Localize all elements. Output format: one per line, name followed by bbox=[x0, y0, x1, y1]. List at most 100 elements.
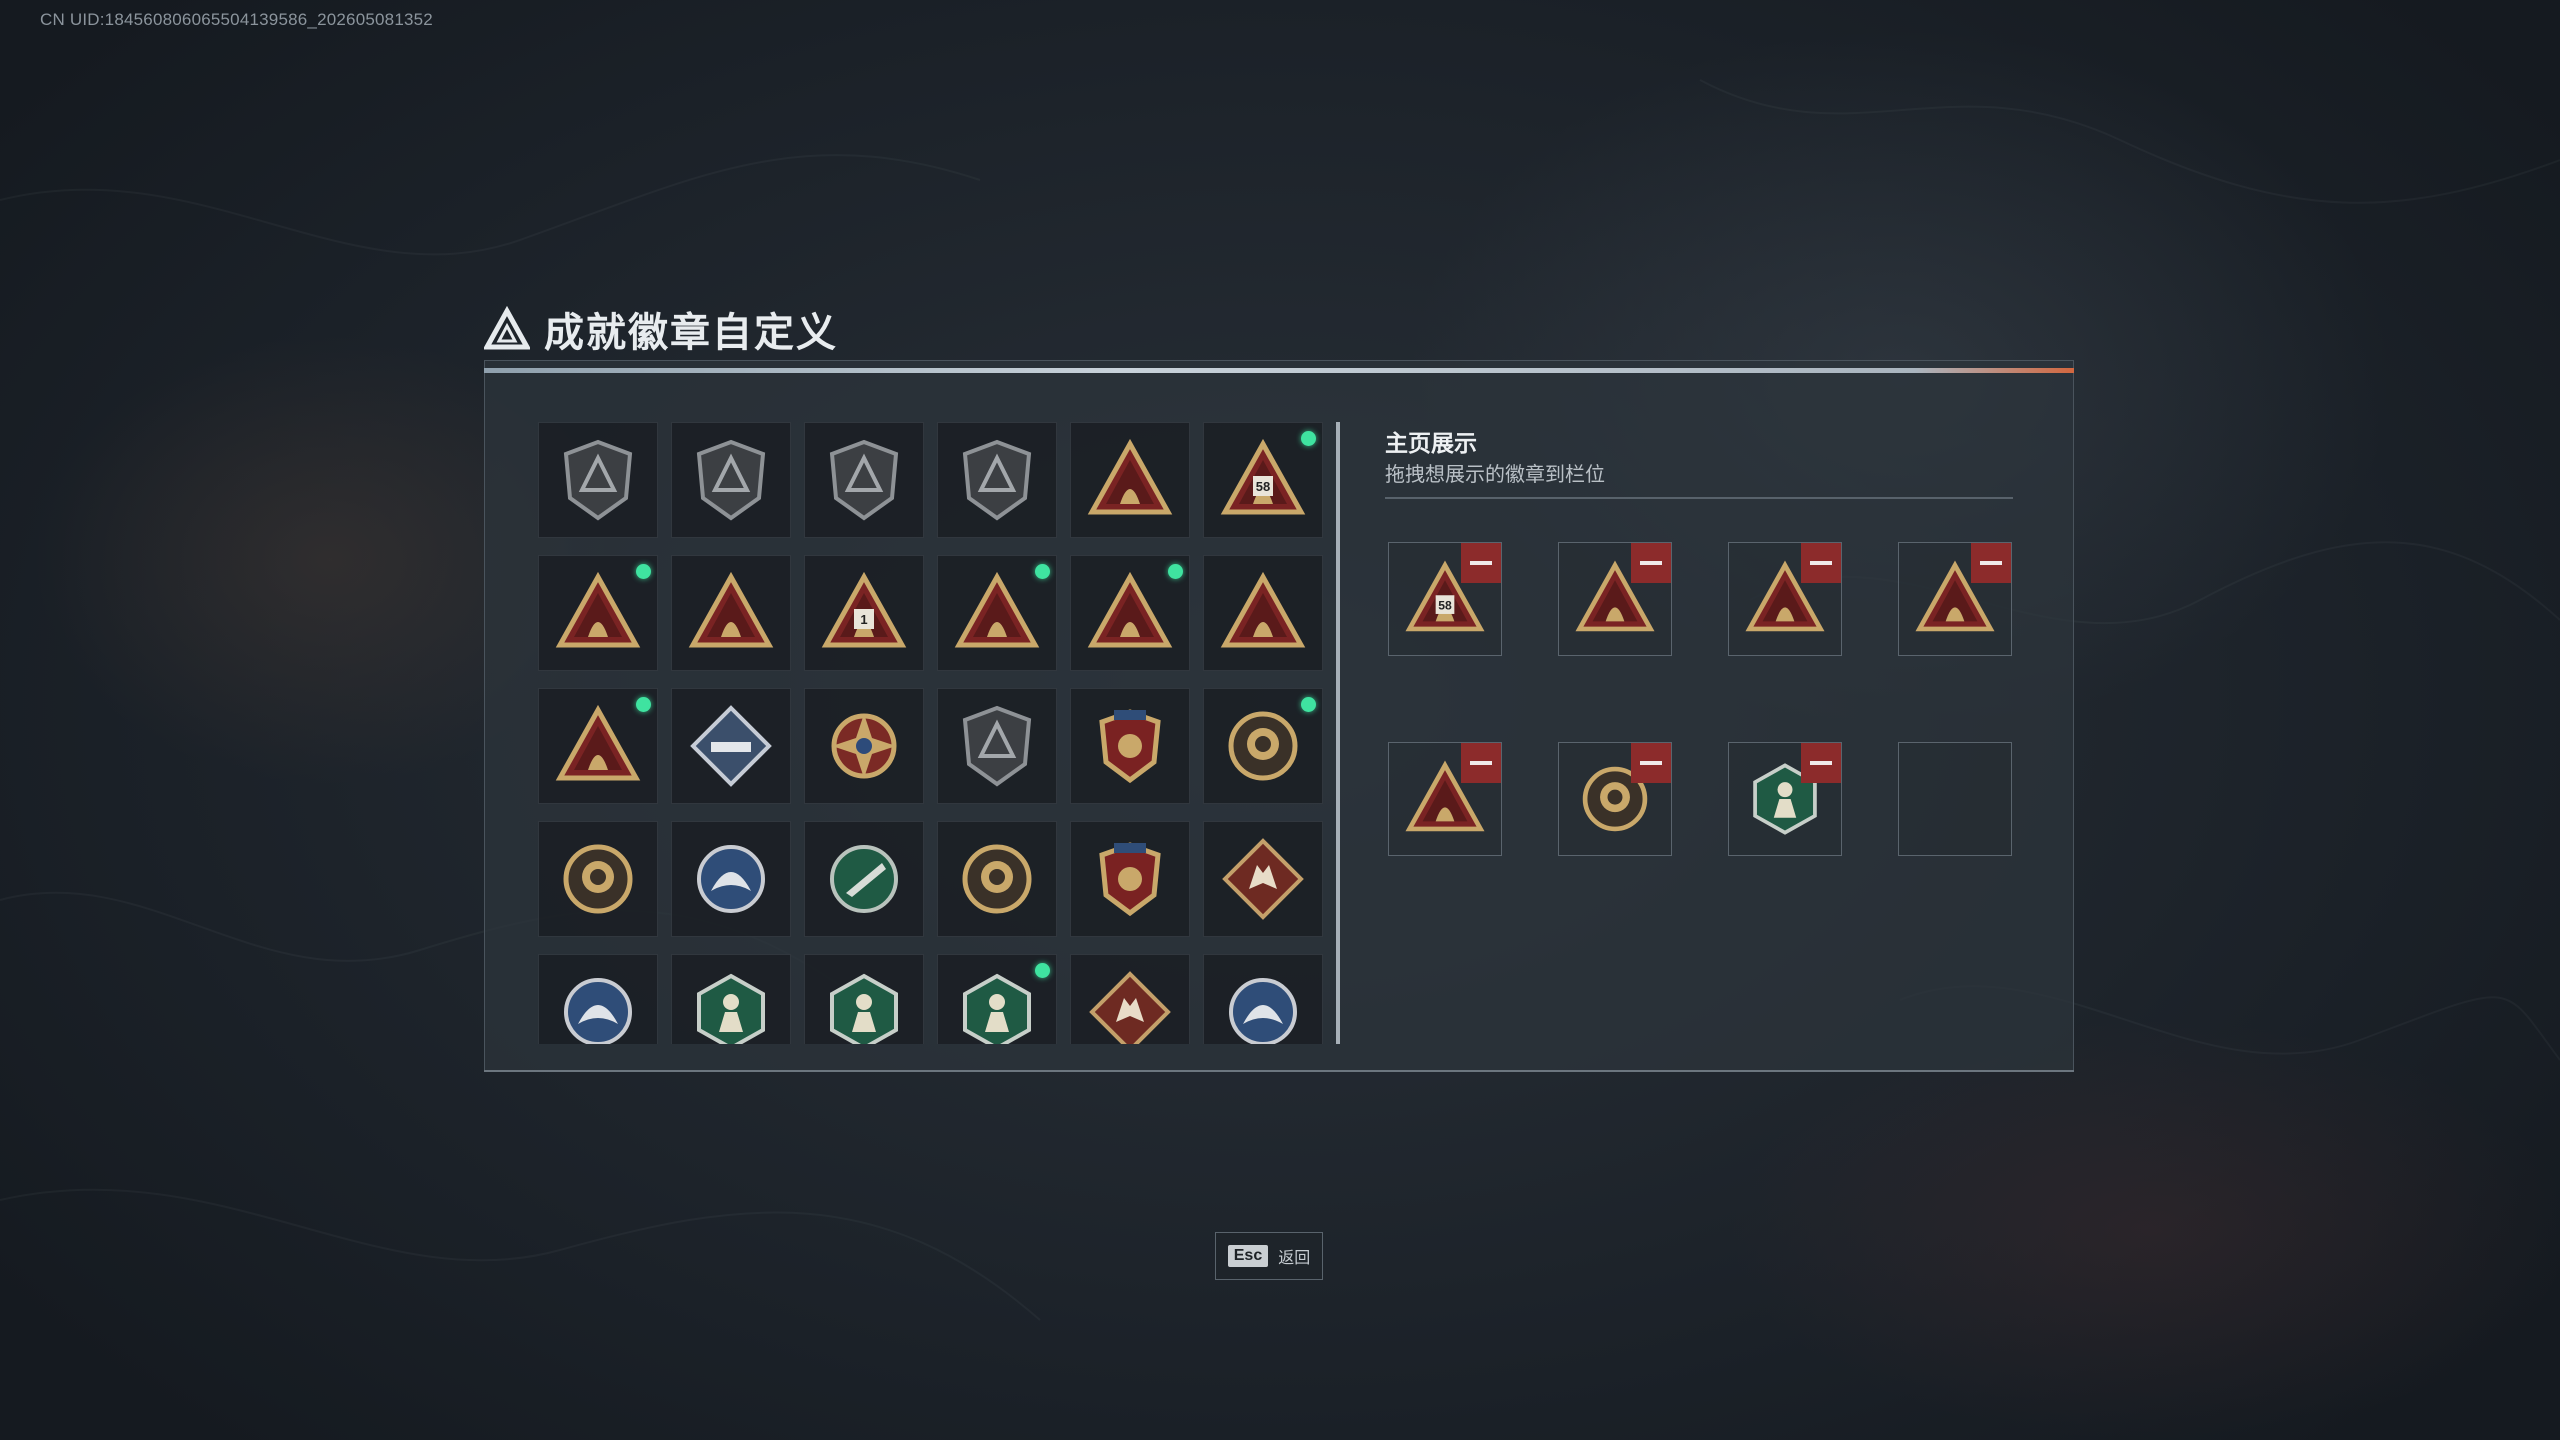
badge-cell[interactable] bbox=[671, 422, 791, 538]
badge-inventory-grid[interactable]: 58 1 bbox=[538, 422, 1326, 1044]
badge-cell[interactable] bbox=[671, 688, 791, 804]
showcase-slot[interactable] bbox=[1728, 542, 1842, 656]
svg-text:1: 1 bbox=[860, 612, 867, 627]
badge-cell[interactable] bbox=[804, 954, 924, 1044]
badge-cell[interactable] bbox=[1203, 821, 1323, 937]
delta-logo-icon bbox=[484, 306, 530, 350]
showcase-slot[interactable] bbox=[1558, 742, 1672, 856]
eagle-crest-badge-icon bbox=[1099, 709, 1161, 784]
badge-cell[interactable] bbox=[1070, 688, 1190, 804]
badge-cell[interactable] bbox=[937, 422, 1057, 538]
page-title: 成就徽章自定义 bbox=[544, 311, 838, 355]
badge-cell[interactable] bbox=[1203, 954, 1323, 1044]
badge-cell[interactable] bbox=[1070, 555, 1190, 671]
gold-shield-crest-badge-icon bbox=[1099, 842, 1161, 917]
remove-badge-button[interactable] bbox=[1801, 543, 1841, 583]
red-dragon-badge-icon bbox=[1089, 971, 1171, 1044]
helmet-round-badge-icon bbox=[1228, 711, 1298, 781]
knife-round-badge-icon bbox=[962, 844, 1032, 914]
new-indicator-dot bbox=[1301, 431, 1316, 446]
inventory-scrollbar[interactable] bbox=[1336, 422, 1340, 1044]
helicopter-badge-icon bbox=[696, 439, 766, 521]
badge-cell[interactable] bbox=[1070, 954, 1190, 1044]
badge-cell[interactable] bbox=[538, 422, 658, 538]
remove-badge-button[interactable] bbox=[1971, 543, 2011, 583]
showcase-slot[interactable] bbox=[1558, 542, 1672, 656]
rocket-badge-icon bbox=[555, 704, 641, 781]
badge-cell[interactable] bbox=[1203, 688, 1323, 804]
new-indicator-dot bbox=[1301, 697, 1316, 712]
new-indicator-dot bbox=[1035, 564, 1050, 579]
showcase-subtitle: 拖拽想展示的徽章到栏位 bbox=[1385, 464, 1605, 486]
new-indicator-dot bbox=[636, 697, 651, 712]
boat-badge-icon bbox=[688, 571, 774, 648]
back-button[interactable]: Esc 返回 bbox=[1215, 1232, 1323, 1280]
badge-cell[interactable] bbox=[538, 954, 658, 1044]
diamond-emblem-badge-icon bbox=[829, 439, 899, 521]
blue-wolf-badge-icon bbox=[1229, 978, 1297, 1044]
badge-cell[interactable] bbox=[937, 555, 1057, 671]
badge-cell[interactable]: 58 bbox=[1203, 422, 1323, 538]
showcase-slot[interactable] bbox=[1898, 542, 2012, 656]
uid-label: CN UID:184560806065504139586_20260508135… bbox=[40, 10, 433, 29]
wolf-diamond-badge-icon bbox=[1222, 838, 1304, 920]
minus-icon bbox=[1470, 761, 1492, 765]
page-header: 成就徽章自定义 bbox=[484, 300, 838, 358]
badge-cell[interactable] bbox=[538, 688, 658, 804]
sign-58-badge-icon: 58 bbox=[1220, 438, 1306, 515]
showcase-slot[interactable]: 58 bbox=[1388, 542, 1502, 656]
svg-text:58: 58 bbox=[1438, 598, 1452, 612]
remove-badge-button[interactable] bbox=[1631, 743, 1671, 783]
badge-cell[interactable] bbox=[538, 821, 658, 937]
badge-cell[interactable] bbox=[937, 954, 1057, 1044]
compass-star-badge-icon bbox=[831, 713, 897, 779]
minus-icon bbox=[1640, 761, 1662, 765]
showcase-slot[interactable] bbox=[1728, 742, 1842, 856]
green-soldier-badge-icon bbox=[963, 973, 1031, 1044]
remove-badge-button[interactable] bbox=[1801, 743, 1841, 783]
vault-triangle-badge-icon bbox=[1087, 438, 1173, 515]
badge-cell[interactable] bbox=[1203, 555, 1323, 671]
showcase-title: 主页展示 bbox=[1385, 430, 1477, 456]
runner-badge-icon bbox=[1087, 571, 1173, 648]
showcase-divider bbox=[1385, 497, 2013, 499]
badge-cell[interactable] bbox=[671, 821, 791, 937]
badge-cell[interactable] bbox=[671, 555, 791, 671]
minus-icon bbox=[1810, 761, 1832, 765]
panel-top-accent bbox=[484, 368, 2074, 373]
panel-bottom-line bbox=[484, 1070, 2074, 1072]
badge-cell[interactable]: 1 bbox=[804, 555, 924, 671]
badge-cell[interactable] bbox=[1070, 821, 1190, 937]
showcase-slot[interactable] bbox=[1388, 742, 1502, 856]
badge-cell[interactable] bbox=[538, 555, 658, 671]
new-indicator-dot bbox=[1168, 564, 1183, 579]
shield-delta-badge-icon bbox=[563, 439, 633, 521]
badge-cell[interactable] bbox=[937, 688, 1057, 804]
minus-icon bbox=[1470, 561, 1492, 565]
remove-badge-button[interactable] bbox=[1631, 543, 1671, 583]
blue-eagle-badge-icon bbox=[564, 978, 632, 1044]
minus-icon bbox=[1810, 561, 1832, 565]
badge-cell[interactable] bbox=[804, 821, 924, 937]
badge-cell[interactable] bbox=[671, 954, 791, 1044]
badge-cell[interactable] bbox=[804, 422, 924, 538]
skull-round-badge-icon bbox=[563, 844, 633, 914]
green-rifle-badge-icon bbox=[830, 845, 898, 913]
crosshair-rifle-badge-icon bbox=[697, 845, 765, 913]
esc-key: Esc bbox=[1227, 1245, 1269, 1267]
badge-cell[interactable] bbox=[804, 688, 924, 804]
blue-diamond-gun-badge-icon bbox=[690, 705, 772, 787]
green-plane-badge-icon bbox=[830, 973, 898, 1044]
soldier-badge-icon bbox=[1220, 571, 1306, 648]
new-indicator-dot bbox=[1035, 963, 1050, 978]
svg-text:58: 58 bbox=[1256, 479, 1270, 494]
crate-badge-icon bbox=[954, 571, 1040, 648]
remove-badge-button[interactable] bbox=[1461, 543, 1501, 583]
badge-cell[interactable] bbox=[937, 821, 1057, 937]
empty-showcase-slot[interactable] bbox=[1898, 742, 2012, 856]
remove-badge-button[interactable] bbox=[1461, 743, 1501, 783]
back-label: 返回 bbox=[1278, 1250, 1311, 1267]
minus-icon bbox=[1640, 561, 1662, 565]
badge-cell[interactable] bbox=[1070, 422, 1190, 538]
green-hornet-badge-icon bbox=[697, 973, 765, 1044]
